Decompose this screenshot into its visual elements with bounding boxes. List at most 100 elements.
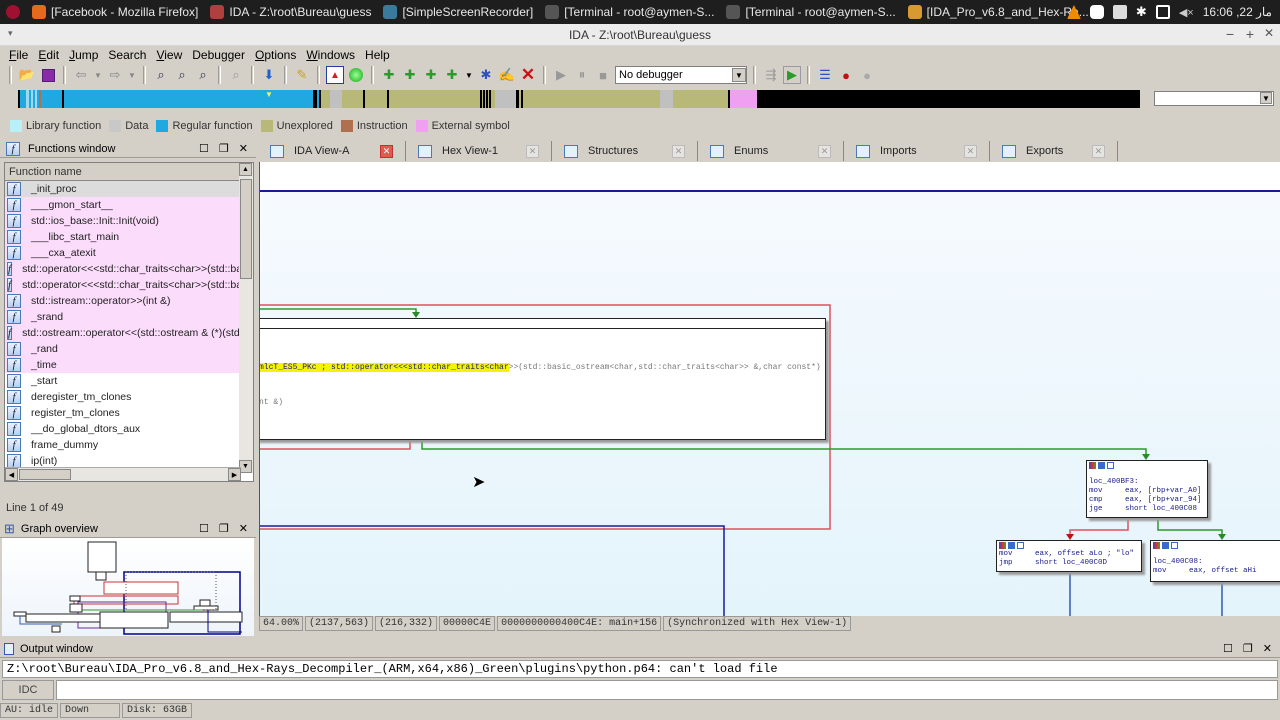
function-row[interactable]: f deregister_tm_clones	[5, 389, 241, 405]
panel-float-icon[interactable]: ❐	[219, 142, 229, 155]
search-binoculars-icon[interactable]: ⌕	[152, 66, 170, 84]
navigation-band[interactable]	[18, 90, 1140, 108]
asm-line[interactable]: mov eax, offset aLo ; "lo"	[997, 550, 1141, 559]
navband-select[interactable]: ▼	[1154, 91, 1274, 106]
function-row[interactable]: f ___libc_start_main	[5, 229, 241, 245]
navband-segment[interactable]	[672, 90, 728, 108]
forward-icon[interactable]: ⇨	[106, 66, 124, 84]
scroll-thumb[interactable]	[240, 179, 252, 279]
close-icon[interactable]: ✕	[380, 144, 393, 158]
node-group-icon[interactable]	[1171, 542, 1178, 549]
function-row[interactable]: f __do_global_dtors_aux	[5, 421, 241, 437]
taskbar-item[interactable]: [Facebook - Mozilla Firefox]	[26, 5, 204, 19]
function-row[interactable]: f std::ios_base::Init::Init(void)	[5, 213, 241, 229]
minimize-button[interactable]: −	[1226, 26, 1234, 42]
functions-vertical-scrollbar[interactable]: ▲ ▼	[239, 163, 253, 473]
menu-jump[interactable]: Jump	[64, 48, 103, 62]
add-struct-icon[interactable]: ✚	[443, 66, 461, 84]
tab-enums[interactable]: Enums ✕	[698, 141, 844, 161]
tab-imports[interactable]: Imports ✕	[844, 141, 990, 161]
hscroll-thumb[interactable]	[19, 469, 71, 480]
navband-segment[interactable]	[321, 90, 330, 108]
run-to-cursor-icon[interactable]: ▶	[783, 66, 801, 84]
idc-language-button[interactable]: IDC	[2, 680, 54, 700]
menu-edit[interactable]: Edit	[33, 48, 64, 62]
navband-segment[interactable]	[342, 90, 364, 108]
asm-line[interactable]: loc_400C08:	[1151, 558, 1280, 567]
chevron-down-icon[interactable]: ▼	[1260, 92, 1272, 104]
clock[interactable]: 16:06 ,22 مار	[1203, 5, 1272, 19]
tab-exports[interactable]: Exports ✕	[990, 141, 1118, 161]
debian-menu-icon[interactable]	[0, 5, 26, 19]
column-header-function-name[interactable]: Function name	[5, 163, 253, 181]
close-icon[interactable]: ✕	[818, 144, 831, 158]
add-dropdown-icon[interactable]: ▼	[464, 66, 474, 84]
undefine-icon[interactable]: ✕	[519, 65, 537, 84]
close-icon[interactable]: ✕	[526, 144, 539, 158]
chevron-down-icon[interactable]: ▼	[732, 68, 746, 82]
node-group-icon[interactable]	[1107, 462, 1114, 469]
menu-help[interactable]: Help	[360, 48, 395, 62]
scroll-up-arrow-icon[interactable]: ▲	[239, 163, 252, 176]
asm-line[interactable]: mov eax, offset aHi	[1151, 567, 1280, 576]
navband-segment[interactable]	[365, 90, 387, 108]
ida-graph-view[interactable]: mlcT_ES5_PKc ; std::operator<<<std::char…	[259, 162, 1280, 616]
tab-structures[interactable]: Structures ✕	[552, 141, 698, 161]
breakpoints-list-icon[interactable]: ☰	[816, 66, 834, 84]
graph-node-main-block[interactable]: mlcT_ES5_PKc ; std::operator<<<std::char…	[260, 318, 826, 440]
graph-node-lo[interactable]: mov eax, offset aLo ; "lo" jmp short loc_…	[996, 540, 1142, 572]
tab-hex-view-1[interactable]: Hex View-1 ✕	[406, 141, 552, 161]
navband-segment[interactable]	[522, 90, 661, 108]
asm-line[interactable]: cmp eax, [rbp+var_94]	[1087, 496, 1207, 505]
save-icon[interactable]	[39, 66, 57, 84]
function-row[interactable]: f ___cxa_atexit	[5, 245, 241, 261]
scroll-left-arrow-icon[interactable]: ◀	[5, 468, 18, 481]
idc-command-input[interactable]	[56, 680, 1278, 700]
pause-debug-icon[interactable]: ⏸	[573, 66, 591, 84]
node-highlighted-call[interactable]: mlcT_ES5_PKc ; std::operator<<<std::char…	[260, 363, 509, 372]
volume-muted-icon[interactable]: ◀×	[1179, 6, 1194, 19]
function-row[interactable]: f _init_proc	[5, 181, 241, 197]
function-row[interactable]: f ___gmon_start__	[5, 197, 241, 213]
node-rename-icon[interactable]	[1008, 542, 1015, 549]
back-icon[interactable]: ⇦	[72, 66, 90, 84]
panel-close-icon[interactable]: ✕	[1263, 642, 1272, 655]
function-row[interactable]: f std::operator<<<std::char_traits<char>>…	[5, 261, 241, 277]
close-button[interactable]: ✕	[1264, 26, 1274, 40]
menu-options[interactable]: Options	[250, 48, 301, 62]
menu-search[interactable]: Search	[103, 48, 151, 62]
menu-view[interactable]: View	[151, 48, 187, 62]
taskbar-item[interactable]: [Terminal - root@aymen-S...	[720, 5, 901, 19]
navband-segment[interactable]	[41, 90, 63, 108]
back-dropdown-icon[interactable]: ▼	[93, 66, 103, 84]
navband-segment[interactable]	[729, 90, 758, 108]
function-row[interactable]: f _srand	[5, 309, 241, 325]
node-color-icon[interactable]	[999, 542, 1006, 549]
panel-maximize-icon[interactable]: ☐	[199, 522, 209, 535]
run-green-circle-icon[interactable]	[347, 66, 365, 84]
navband-segment[interactable]	[388, 90, 480, 108]
function-row[interactable]: f register_tm_clones	[5, 405, 241, 421]
node-rename-icon[interactable]	[1162, 542, 1169, 549]
function-row[interactable]: f std::ostream::operator<<(std::ostream &…	[5, 325, 241, 341]
output-log[interactable]: Z:\root\Bureau\IDA_Pro_v6.8_and_Hex-Rays…	[2, 660, 1278, 678]
open-file-icon[interactable]: 📂	[18, 66, 36, 84]
navband-segment[interactable]	[757, 90, 1140, 108]
add-breakpoint-icon[interactable]: ●	[837, 66, 855, 84]
close-icon[interactable]: ✕	[964, 144, 977, 158]
node-color-icon[interactable]	[1153, 542, 1160, 549]
taskbar-item[interactable]: IDA - Z:\root\Bureau\guess	[204, 5, 377, 19]
network-icon[interactable]	[1155, 5, 1170, 19]
asm-line[interactable]: mov eax, [rbp+var_A0]	[1087, 487, 1207, 496]
asm-line[interactable]: loc_400BF3:	[1087, 478, 1207, 487]
add-code-icon[interactable]: ✚	[380, 66, 398, 84]
navband-segment[interactable]	[64, 90, 313, 108]
asm-line[interactable]: jge short loc_400C08	[1087, 505, 1207, 514]
menu-debugger[interactable]: Debugger	[187, 48, 250, 62]
search-bytes-icon[interactable]: ⌕	[194, 66, 212, 84]
panel-float-icon[interactable]: ❐	[1243, 642, 1253, 655]
debugger-select[interactable]: No debugger ▼	[615, 66, 747, 84]
function-row[interactable]: f std::istream::operator>>(int &)	[5, 293, 241, 309]
search-next-icon[interactable]: ⌕	[227, 66, 245, 84]
navband-segment[interactable]	[495, 90, 517, 108]
